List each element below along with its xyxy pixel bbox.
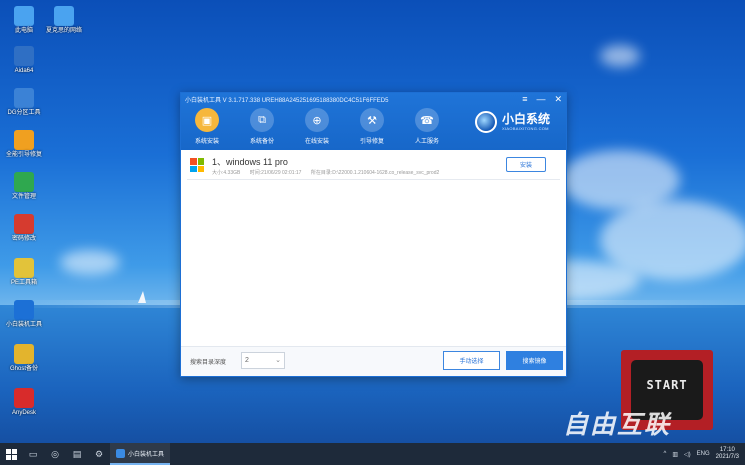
- depth-select[interactable]: 2 ⌄: [241, 352, 285, 369]
- desktop-icon[interactable]: 小白装机工具: [4, 300, 44, 329]
- explorer-icon[interactable]: ▭: [22, 443, 44, 465]
- watermark: 自由互联: [563, 410, 672, 439]
- image-row[interactable]: 1、windows 11 pro 大小:4.33GB 时间:21/06/29 0…: [187, 154, 560, 180]
- start-text: START: [646, 378, 688, 392]
- desktop-icon[interactable]: Ghost备份: [4, 344, 44, 373]
- nav-item[interactable]: ▣ 系统安装: [190, 108, 224, 145]
- desktop-icon[interactable]: AnyDesk: [4, 388, 44, 417]
- clock-date: 2021/7/3: [715, 454, 739, 460]
- window-controls: ≡ — ✕: [522, 94, 562, 104]
- desktop-icon-label: AnyDesk: [11, 410, 36, 416]
- depth-label: 搜索目录深度: [190, 360, 227, 366]
- taskbar-app-label: 小白装机工具: [128, 451, 165, 458]
- desktop: 此电脑 夏克思的网络 Aida64 DG分区工具 全能引导修复 文件管理密码修改 PE工具箱…: [0, 0, 745, 443]
- brand-sub: XIAOBAIXITONG.COM: [501, 126, 549, 131]
- ghost-icon: [14, 344, 34, 364]
- desktop-icon[interactable]: Aida64: [4, 46, 44, 75]
- boot-repair-icon: ⚒: [360, 108, 384, 132]
- menu-icon[interactable]: ≡: [522, 94, 527, 104]
- close-icon[interactable]: ✕: [554, 94, 562, 104]
- desktop-icon-label: 全能引导修复: [5, 152, 42, 158]
- password-icon: [14, 214, 34, 234]
- desktop-icon-label: Aida64: [14, 68, 34, 74]
- nav-item[interactable]: ☎ 人工服务: [410, 108, 444, 145]
- nav-item-label: 系统备份: [249, 139, 274, 145]
- browser-icon[interactable]: ◎: [44, 443, 66, 465]
- desktop-icon-label: PE工具箱: [10, 280, 37, 286]
- install-button[interactable]: 安装: [506, 157, 546, 172]
- image-path: 所在目录:D:\22000.1.210604-1628.co_release_s…: [310, 170, 440, 176]
- image-meta: 大小:4.33GB 时间:21/06/29 02:01:17 所在目录:D:\2…: [212, 169, 447, 176]
- clock-time: 17:10: [719, 447, 735, 453]
- chevron-down-icon: ⌄: [275, 357, 281, 364]
- tools-icon[interactable]: ⚙: [88, 443, 110, 465]
- desktop-icon[interactable]: 全能引导修复: [4, 130, 44, 159]
- depth-value: 2: [245, 357, 249, 364]
- brand: 小白系统 XIAOBAIXITONG.COM: [474, 111, 550, 133]
- system-backup-icon: ⧉: [250, 108, 274, 132]
- support-icon: ☎: [415, 108, 439, 132]
- desktop-icon[interactable]: 文件管理: [4, 172, 44, 201]
- nav-item[interactable]: ⊕ 在线安装: [300, 108, 334, 145]
- desktop-icon-label: 文件管理: [11, 194, 36, 200]
- terminal-icon[interactable]: ▤: [66, 443, 88, 465]
- windows-start-icon: [5, 448, 17, 460]
- search-image-button[interactable]: 搜索镜像: [506, 351, 563, 370]
- system-tray: ^ ▥ ◁) ENG 17:10 2021/7/3: [664, 447, 745, 461]
- main-nav: ▣ 系统安装 ⧉ 系统备份 ⊕ 在线安装 ⚒ 引导修复 ☎ 人工服务: [190, 108, 444, 145]
- taskbar: ▭ ◎ ▤ ⚙ 小白装机工具 ^ ▥ ◁) ENG 17:10 2021/7/3: [0, 443, 745, 465]
- desktop-icon[interactable]: 夏克思的网络: [44, 6, 84, 35]
- brand-name: 小白系统: [501, 112, 550, 126]
- nav-item[interactable]: ⚒ 引导修复: [355, 108, 389, 145]
- start-button[interactable]: [0, 443, 22, 465]
- nav-item-label: 在线安装: [304, 139, 329, 145]
- desktop-icon-label: 密码修改: [11, 236, 36, 242]
- nav-item-label: 人工服务: [414, 139, 439, 145]
- aida64-icon: [14, 46, 34, 66]
- window-footer: 搜索目录深度 2 ⌄ 手动选择 搜索镜像: [181, 346, 566, 376]
- nav-item-label: 引导修复: [359, 139, 384, 145]
- computer-icon: [14, 6, 34, 26]
- brand-logo-icon: [474, 111, 497, 133]
- sailboat: [138, 291, 146, 303]
- network-tray-icon[interactable]: ▥: [672, 451, 678, 458]
- installer-icon: [116, 448, 125, 458]
- manual-select-button[interactable]: 手动选择: [443, 351, 500, 370]
- volume-icon[interactable]: ◁): [684, 451, 691, 458]
- desktop-icon[interactable]: DG分区工具: [4, 88, 44, 117]
- nav-item-label: 系统安装: [194, 139, 219, 145]
- minimize-icon[interactable]: —: [536, 94, 545, 104]
- desktop-icon-label: DG分区工具: [7, 110, 41, 116]
- window-header: 小白装机工具 V 3.1.717.338 UREH88A245251695188…: [181, 93, 566, 150]
- desktop-icon-label: 此电脑: [14, 28, 33, 34]
- image-size: 大小:4.33GB: [212, 170, 241, 176]
- image-date: 时间:21/06/29 02:01:17: [249, 170, 302, 176]
- network-icon: [54, 6, 74, 26]
- system-install-icon: ▣: [195, 108, 219, 132]
- language-indicator[interactable]: ENG: [697, 451, 710, 457]
- file-manager-icon: [14, 172, 34, 192]
- chevron-up-icon[interactable]: ^: [664, 451, 667, 457]
- desktop-icon[interactable]: 密码修改: [4, 214, 44, 243]
- clock[interactable]: 17:10 2021/7/3: [716, 447, 739, 461]
- installer-window: 小白装机工具 V 3.1.717.338 UREH88A245251695188…: [180, 92, 567, 377]
- toolbox-icon: [14, 258, 34, 278]
- image-name: 1、windows 11 pro: [212, 157, 288, 167]
- windows-logo-icon: [190, 158, 204, 172]
- window-title: 小白装机工具 V 3.1.717.338 UREH88A245251695188…: [185, 98, 389, 104]
- anydesk-icon: [14, 388, 34, 408]
- repair-icon: [14, 130, 34, 150]
- online-install-icon: ⊕: [305, 108, 329, 132]
- partition-icon: [14, 88, 34, 108]
- installer-icon: [14, 300, 34, 320]
- desktop-icon-label: 小白装机工具: [5, 322, 42, 328]
- nav-item[interactable]: ⧉ 系统备份: [245, 108, 279, 145]
- desktop-icon[interactable]: PE工具箱: [4, 258, 44, 287]
- desktop-icon[interactable]: 此电脑: [4, 6, 44, 35]
- desktop-icon-label: 夏克思的网络: [45, 28, 82, 34]
- desktop-icon-label: Ghost备份: [9, 366, 38, 372]
- taskbar-app-installer[interactable]: 小白装机工具: [110, 443, 171, 465]
